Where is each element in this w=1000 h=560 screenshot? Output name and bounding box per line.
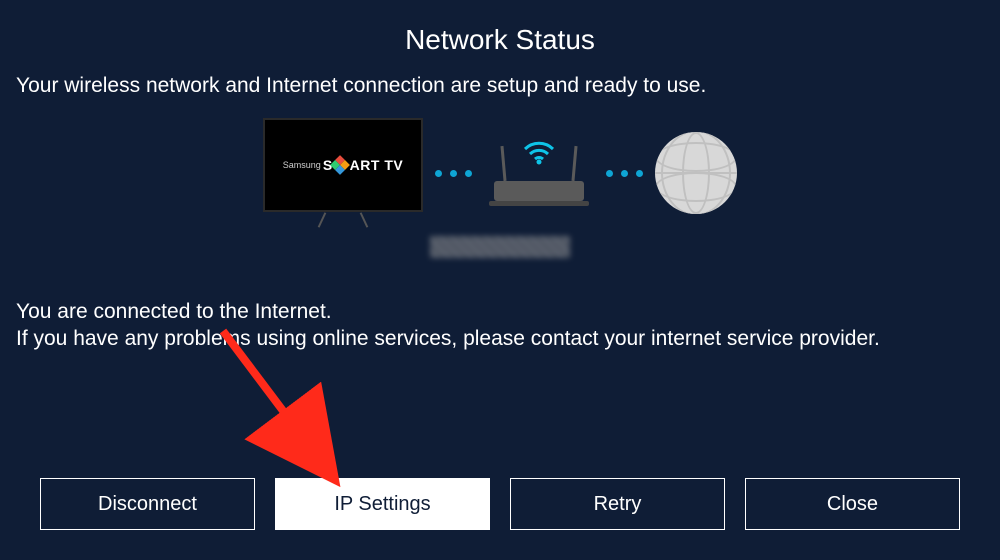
close-button[interactable]: Close xyxy=(745,478,960,530)
ip-settings-button[interactable]: IP Settings xyxy=(275,478,490,530)
tv-icon: Samsung S ART TV xyxy=(263,118,423,228)
connection-dots-right xyxy=(606,170,643,177)
connection-diagram: Samsung S ART TV xyxy=(0,118,1000,258)
status-line-2: If you have any problems using online se… xyxy=(16,325,1000,352)
page-title: Network Status xyxy=(0,0,1000,74)
tv-logo: S ART TV xyxy=(323,157,403,173)
status-line-1: You are connected to the Internet. xyxy=(16,298,1000,325)
tv-brand: Samsung xyxy=(283,160,321,170)
retry-button[interactable]: Retry xyxy=(510,478,725,530)
button-row: Disconnect IP Settings Retry Close xyxy=(0,478,1000,530)
router-icon xyxy=(484,141,594,206)
globe-icon xyxy=(655,132,737,214)
disconnect-button[interactable]: Disconnect xyxy=(40,478,255,530)
connection-subtitle: Your wireless network and Internet conne… xyxy=(0,74,1000,118)
network-ssid-redacted xyxy=(430,236,570,258)
status-message: You are connected to the Internet. If yo… xyxy=(0,298,1000,353)
wifi-icon xyxy=(519,135,559,170)
connection-dots-left xyxy=(435,170,472,177)
